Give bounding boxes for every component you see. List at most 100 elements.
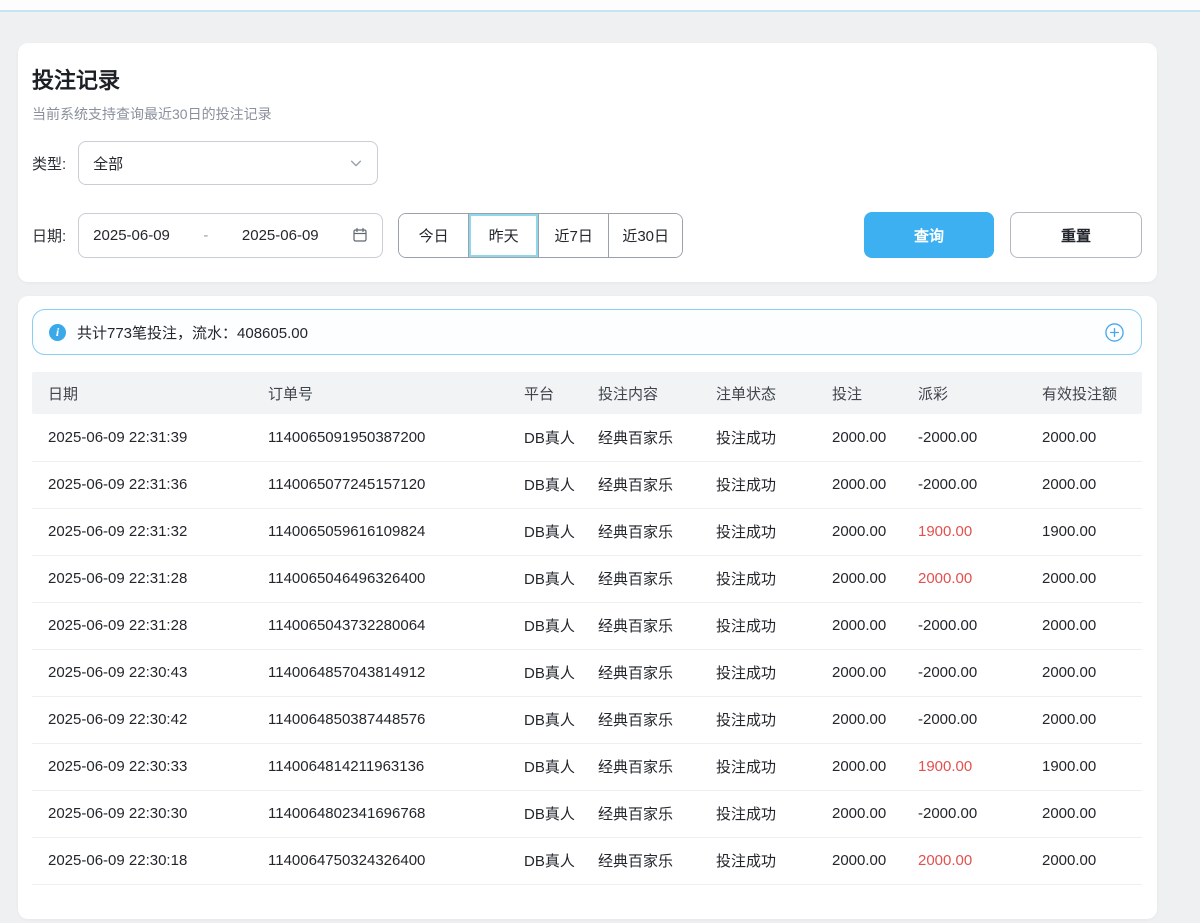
cell-content: 经典百家乐 (582, 696, 700, 743)
top-bar (0, 0, 1200, 12)
cell-order_no: 1140064802341696768 (252, 790, 508, 837)
cell-platform: DB真人 (508, 555, 582, 602)
cell-order_no: 1140064850387448576 (252, 696, 508, 743)
cell-platform: DB真人 (508, 837, 582, 884)
column-header-bet: 投注 (816, 372, 902, 414)
cell-valid_bet: 2000.00 (1026, 649, 1142, 696)
page-title: 投注记录 (32, 63, 1142, 95)
cell-payout: 1900.00 (902, 508, 1026, 555)
date-end-value: 2025-06-09 (242, 227, 319, 244)
table-row: 2025-06-09 22:30:301140064802341696768DB… (32, 790, 1142, 837)
cell-valid_bet: 2000.00 (1026, 790, 1142, 837)
table-row: 2025-06-09 22:31:281140065046496326400DB… (32, 555, 1142, 602)
cell-platform: DB真人 (508, 696, 582, 743)
cell-order_no: 1140064814211963136 (252, 743, 508, 790)
type-filter-row: 类型: 全部 (32, 141, 1142, 185)
cell-content: 经典百家乐 (582, 508, 700, 555)
cell-payout: -2000.00 (902, 649, 1026, 696)
cell-status: 投注成功 (700, 508, 816, 555)
cell-platform: DB真人 (508, 414, 582, 461)
cell-status: 投注成功 (700, 414, 816, 461)
cell-valid_bet: 2000.00 (1026, 461, 1142, 508)
cell-content: 经典百家乐 (582, 461, 700, 508)
cell-status: 投注成功 (700, 790, 816, 837)
column-header-valid_bet: 有效投注额 (1026, 372, 1142, 414)
cell-payout: 1900.00 (902, 743, 1026, 790)
column-header-content: 投注内容 (582, 372, 700, 414)
cell-status: 投注成功 (700, 602, 816, 649)
cell-valid_bet: 2000.00 (1026, 414, 1142, 461)
cell-bet: 2000.00 (816, 696, 902, 743)
column-header-date: 日期 (32, 372, 252, 414)
cell-date: 2025-06-09 22:31:39 (32, 414, 252, 461)
cell-bet: 2000.00 (816, 508, 902, 555)
date-label: 日期: (32, 225, 66, 246)
table-row: 2025-06-09 22:31:321140065059616109824DB… (32, 508, 1142, 555)
cell-content: 经典百家乐 (582, 790, 700, 837)
quick-range-button-1[interactable]: 昨天 (469, 214, 539, 257)
table-row: 2025-06-09 22:31:391140065091950387200DB… (32, 414, 1142, 461)
cell-bet: 2000.00 (816, 649, 902, 696)
table-row: 2025-06-09 22:30:431140064857043814912DB… (32, 649, 1142, 696)
cell-payout: 2000.00 (902, 837, 1026, 884)
cell-status: 投注成功 (700, 837, 816, 884)
table-body: 2025-06-09 22:31:391140065091950387200DB… (32, 414, 1142, 884)
table-header-row: 日期订单号平台投注内容注单状态投注派彩有效投注额 (32, 372, 1142, 414)
info-icon: i (49, 324, 66, 341)
quick-range-button-3[interactable]: 近30日 (609, 214, 682, 257)
summary-text: 共计773笔投注，流水：408605.00 (77, 322, 308, 343)
cell-payout: -2000.00 (902, 461, 1026, 508)
type-label: 类型: (32, 153, 66, 174)
plus-circle-icon[interactable] (1104, 322, 1125, 343)
search-button[interactable]: 查询 (864, 212, 994, 258)
cell-platform: DB真人 (508, 508, 582, 555)
cell-payout: -2000.00 (902, 414, 1026, 461)
column-header-payout: 派彩 (902, 372, 1026, 414)
chevron-down-icon (349, 156, 363, 170)
page-subtitle: 当前系统支持查询最近30日的投注记录 (32, 104, 1142, 124)
table-row: 2025-06-09 22:30:181140064750324326400DB… (32, 837, 1142, 884)
quick-range-button-2[interactable]: 近7日 (539, 214, 609, 257)
cell-valid_bet: 2000.00 (1026, 696, 1142, 743)
cell-order_no: 1140064750324326400 (252, 837, 508, 884)
cell-order_no: 1140065059616109824 (252, 508, 508, 555)
records-table: 日期订单号平台投注内容注单状态投注派彩有效投注额 2025-06-09 22:3… (32, 372, 1142, 885)
cell-valid_bet: 2000.00 (1026, 837, 1142, 884)
table-row: 2025-06-09 22:30:331140064814211963136DB… (32, 743, 1142, 790)
cell-status: 投注成功 (700, 743, 816, 790)
cell-bet: 2000.00 (816, 555, 902, 602)
table-row: 2025-06-09 22:30:421140064850387448576DB… (32, 696, 1142, 743)
cell-payout: -2000.00 (902, 790, 1026, 837)
records-panel: i 共计773笔投注，流水：408605.00 日期订单号平台投注内容注单状态投… (18, 296, 1157, 919)
cell-bet: 2000.00 (816, 743, 902, 790)
cell-bet: 2000.00 (816, 790, 902, 837)
cell-platform: DB真人 (508, 461, 582, 508)
cell-valid_bet: 1900.00 (1026, 508, 1142, 555)
cell-bet: 2000.00 (816, 602, 902, 649)
date-filter-row: 日期: 2025-06-09 - 2025-06-09 今日昨天近7日近30日 … (32, 212, 1142, 258)
quick-range-button-0[interactable]: 今日 (399, 214, 469, 257)
type-select[interactable]: 全部 (78, 141, 378, 185)
cell-bet: 2000.00 (816, 837, 902, 884)
cell-order_no: 1140065077245157120 (252, 461, 508, 508)
cell-payout: -2000.00 (902, 602, 1026, 649)
date-separator: - (203, 227, 208, 244)
cell-platform: DB真人 (508, 649, 582, 696)
cell-status: 投注成功 (700, 555, 816, 602)
quick-range-group: 今日昨天近7日近30日 (398, 213, 683, 258)
page: 投注记录 当前系统支持查询最近30日的投注记录 类型: 全部 日期: 2025-… (0, 12, 1200, 919)
reset-button[interactable]: 重置 (1010, 212, 1142, 258)
cell-bet: 2000.00 (816, 461, 902, 508)
table-row: 2025-06-09 22:31:281140065043732280064DB… (32, 602, 1142, 649)
cell-content: 经典百家乐 (582, 837, 700, 884)
column-header-order_no: 订单号 (252, 372, 508, 414)
cell-date: 2025-06-09 22:30:43 (32, 649, 252, 696)
cell-valid_bet: 1900.00 (1026, 743, 1142, 790)
cell-date: 2025-06-09 22:30:18 (32, 837, 252, 884)
summary-bar: i 共计773笔投注，流水：408605.00 (32, 309, 1142, 355)
cell-date: 2025-06-09 22:30:33 (32, 743, 252, 790)
date-range-input[interactable]: 2025-06-09 - 2025-06-09 (78, 213, 383, 258)
column-header-platform: 平台 (508, 372, 582, 414)
cell-date: 2025-06-09 22:30:30 (32, 790, 252, 837)
calendar-icon (352, 227, 368, 243)
